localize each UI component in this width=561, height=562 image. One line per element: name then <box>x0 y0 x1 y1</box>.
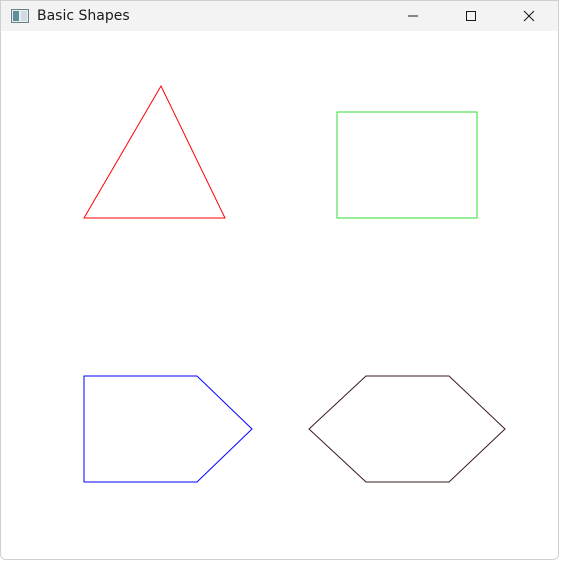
title-bar[interactable]: Basic Shapes <box>1 1 558 31</box>
window-app-icon <box>10 9 30 23</box>
window-controls <box>384 1 558 31</box>
hexagon-shape <box>308 375 506 483</box>
minimize-icon <box>408 15 418 17</box>
close-icon <box>523 10 535 22</box>
minimize-button[interactable] <box>384 1 442 31</box>
window-title: Basic Shapes <box>37 8 130 24</box>
rectangle-shape <box>336 111 478 219</box>
close-button[interactable] <box>500 1 558 31</box>
maximize-button[interactable] <box>442 1 500 31</box>
drawing-canvas <box>1 31 558 559</box>
app-window: Basic Shapes <box>0 0 559 560</box>
maximize-icon <box>466 11 476 21</box>
triangle-shape <box>83 84 226 219</box>
pentagon-shape <box>83 375 253 483</box>
